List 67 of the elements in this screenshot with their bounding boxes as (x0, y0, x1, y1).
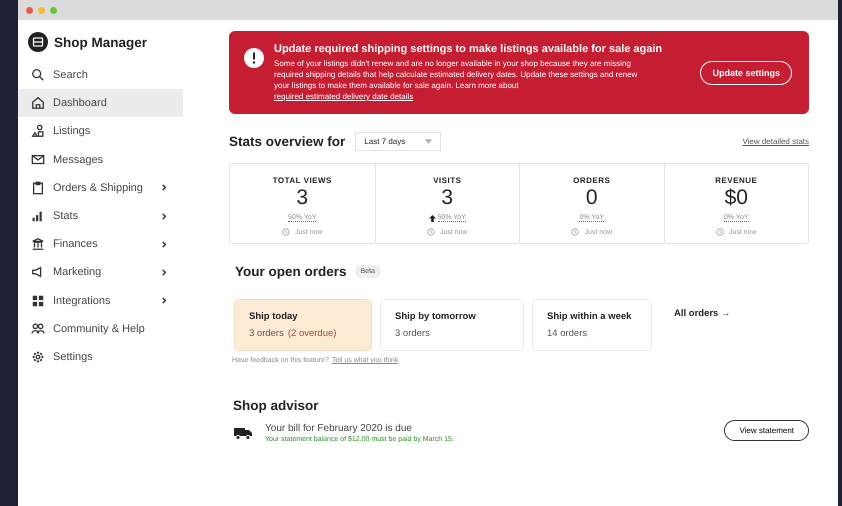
exclamation-icon (244, 48, 264, 68)
sidebar-item[interactable]: Messages (18, 146, 183, 174)
chevron-icon (161, 240, 168, 248)
stat-value: 0 (586, 186, 598, 210)
house-icon (31, 96, 45, 110)
sidebar-item[interactable]: Settings (18, 342, 183, 372)
app-title: Shop Manager (54, 34, 148, 50)
sidebar-item[interactable]: Finances (18, 230, 183, 258)
shapes-icon (31, 124, 45, 138)
sidebar-item[interactable]: Search (18, 61, 183, 90)
bank-icon (31, 237, 45, 252)
all-orders-link[interactable]: All orders → (674, 308, 730, 319)
detailed-stats-link[interactable]: View detailed stats (742, 137, 809, 146)
stat-label: VISITS (433, 176, 462, 185)
order-card[interactable]: Ship today 3 orders (2 overdue) (234, 299, 372, 351)
chevron-icon (161, 184, 168, 192)
stat-value: 3 (441, 186, 454, 210)
gear-icon (31, 350, 45, 364)
view-statement-button[interactable]: View statement (724, 420, 809, 441)
section-title: Your open orders (235, 264, 347, 279)
clock-icon (571, 228, 580, 236)
sidebar-item[interactable]: Integrations (18, 286, 183, 315)
clock-icon (282, 228, 290, 236)
section-title: Stats overview for (229, 134, 346, 149)
grid-icon (31, 294, 45, 308)
sidebar-item[interactable]: Community & Help (18, 314, 183, 343)
order-count: 3 orders (249, 328, 284, 339)
card-title: Ship by tomorrow (395, 311, 477, 322)
update-settings-button[interactable]: Update settings (700, 60, 792, 84)
sidebar-item[interactable]: Listings (18, 117, 183, 146)
advisor-title: Your bill for February 2020 is due (265, 423, 413, 434)
magnifier-icon (31, 68, 45, 82)
order-count: 3 orders (395, 328, 430, 339)
card-title: Ship within a week (547, 311, 632, 322)
alert-title: Update required shipping settings to make listings available for sale again (274, 43, 664, 55)
stat-label: TOTAL VIEWS (272, 176, 332, 185)
section-title: Shop advisor (232, 398, 320, 413)
caret-icon (425, 139, 432, 144)
order-card[interactable]: Ship within a week 14 orders (532, 299, 652, 351)
learn-more-link[interactable]: required estimated delivery date details (274, 92, 414, 101)
stat-value: $0 (724, 186, 748, 210)
sidebar-item[interactable]: Marketing (18, 258, 183, 286)
order-card[interactable]: Ship by tomorrow 3 orders (380, 299, 524, 351)
zoom-window-button[interactable] (50, 6, 57, 14)
minimize-window-button[interactable] (38, 6, 45, 14)
sidebar-item[interactable]: Dashboard (18, 89, 183, 118)
envelope-icon (31, 152, 45, 167)
overdue-count: (2 overdue) (288, 328, 336, 339)
stat-value: 3 (296, 186, 308, 210)
card-title: Ship today (249, 311, 299, 322)
clipboard-icon (31, 180, 45, 195)
close-window-button[interactable] (26, 6, 33, 14)
chevron-icon (161, 268, 168, 276)
chevron-icon (161, 297, 168, 304)
truck-icon (234, 426, 252, 440)
sidebar-item[interactable]: Orders & Shipping (18, 174, 183, 202)
people-icon (31, 322, 45, 336)
chevron-icon (161, 212, 168, 220)
clock-icon (716, 228, 724, 236)
clock-icon (426, 228, 435, 236)
order-count: 14 orders (547, 328, 588, 339)
stat-label: REVENUE (715, 176, 758, 185)
sidebar-item[interactable]: Stats (18, 202, 183, 230)
alert-message: Some of your listings didn't renew and are no longer available in your shop because they are missing required shipping details that help calculate estimated delivery dates. Update these settings and renew your listings to make them available for sale again. Learn more about required estimated delivery date details (274, 58, 638, 102)
store-logo-icon (28, 32, 48, 52)
period-dropdown[interactable]: Last 7 days (355, 132, 442, 151)
stat-label: ORDERS (573, 176, 610, 185)
